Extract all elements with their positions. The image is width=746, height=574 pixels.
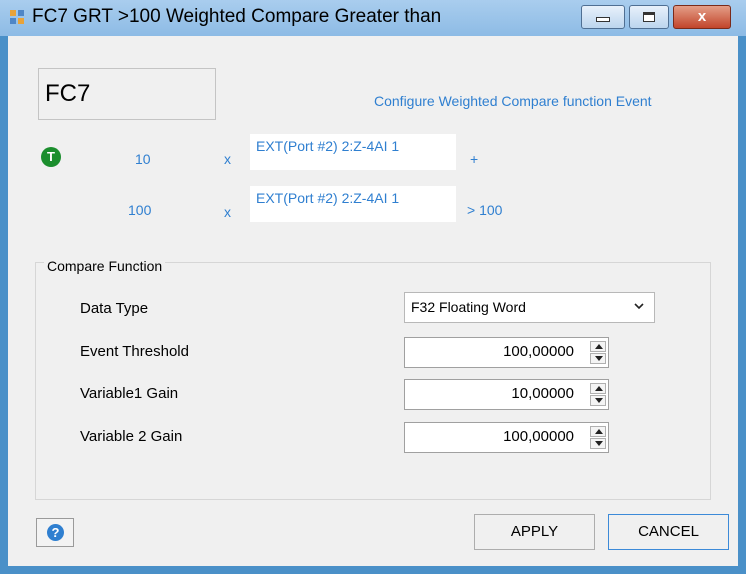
row2-source: EXT(Port #2) 2:Z-4AI 1 (256, 190, 400, 206)
gain2-spinner[interactable]: 100,00000 (404, 422, 609, 453)
chevron-down-icon (634, 303, 644, 310)
gain2-spin-arrows[interactable] (590, 426, 606, 449)
maximize-button[interactable] (629, 5, 669, 29)
cancel-button[interactable]: CANCEL (608, 514, 729, 550)
row1-source: EXT(Port #2) 2:Z-4AI 1 (256, 138, 400, 154)
threshold-spin-arrows[interactable] (590, 341, 606, 364)
gain1-spin-arrows[interactable] (590, 383, 606, 406)
row1-source-field[interactable]: EXT(Port #2) 2:Z-4AI 1 (250, 134, 456, 170)
close-icon: x (697, 8, 707, 25)
spin-up-icon[interactable] (590, 426, 606, 437)
data-type-label: Data Type (80, 300, 149, 317)
gain1-spinner[interactable]: 10,00000 (404, 379, 609, 410)
minimize-button[interactable] (581, 5, 625, 29)
gain1-label: Variable1 Gain (80, 385, 179, 402)
row2-multiply: x (224, 204, 231, 220)
trigger-icon: T (41, 147, 61, 167)
spin-down-icon[interactable] (590, 353, 606, 364)
row2-gain: 100 (128, 202, 152, 218)
config-label[interactable]: Configure Weighted Compare function Even… (374, 93, 652, 109)
gain2-value: 100,00000 (503, 428, 574, 445)
row2-operator: > 100 (467, 202, 503, 218)
compare-function-title: Compare Function (44, 258, 166, 274)
close-button[interactable]: x (673, 5, 731, 29)
help-icon: ? (47, 524, 64, 541)
data-type-select[interactable]: F32 Floating Word (404, 292, 655, 323)
function-id: FC7 (45, 80, 91, 107)
gain1-value: 10,00000 (511, 385, 574, 402)
spin-up-icon[interactable] (590, 341, 606, 352)
maximize-icon (630, 9, 668, 25)
window-title: FC7 GRT >100 Weighted Compare Greater th… (32, 6, 442, 27)
apply-button[interactable]: APPLY (474, 514, 595, 550)
row1-operator: + (470, 151, 479, 167)
data-type-value: F32 Floating Word (411, 299, 526, 315)
spin-down-icon[interactable] (590, 438, 606, 449)
threshold-spinner[interactable]: 100,00000 (404, 337, 609, 368)
function-id-box: FC7 (38, 68, 216, 120)
spin-down-icon[interactable] (590, 395, 606, 406)
minimize-icon (582, 9, 624, 25)
row1-gain: 10 (135, 151, 151, 167)
threshold-value: 100,00000 (503, 343, 574, 360)
gain2-label: Variable 2 Gain (80, 428, 183, 445)
threshold-label: Event Threshold (80, 343, 189, 360)
dialog-body: FC7 Configure Weighted Compare function … (8, 36, 738, 566)
help-button[interactable]: ? (36, 518, 74, 547)
row1-multiply: x (224, 151, 231, 167)
dialog-window: FC7 GRT >100 Weighted Compare Greater th… (0, 0, 746, 574)
title-bar[interactable]: FC7 GRT >100 Weighted Compare Greater th… (0, 0, 746, 36)
spin-up-icon[interactable] (590, 383, 606, 394)
app-icon (10, 10, 24, 24)
row2-source-field[interactable]: EXT(Port #2) 2:Z-4AI 1 (250, 186, 456, 222)
